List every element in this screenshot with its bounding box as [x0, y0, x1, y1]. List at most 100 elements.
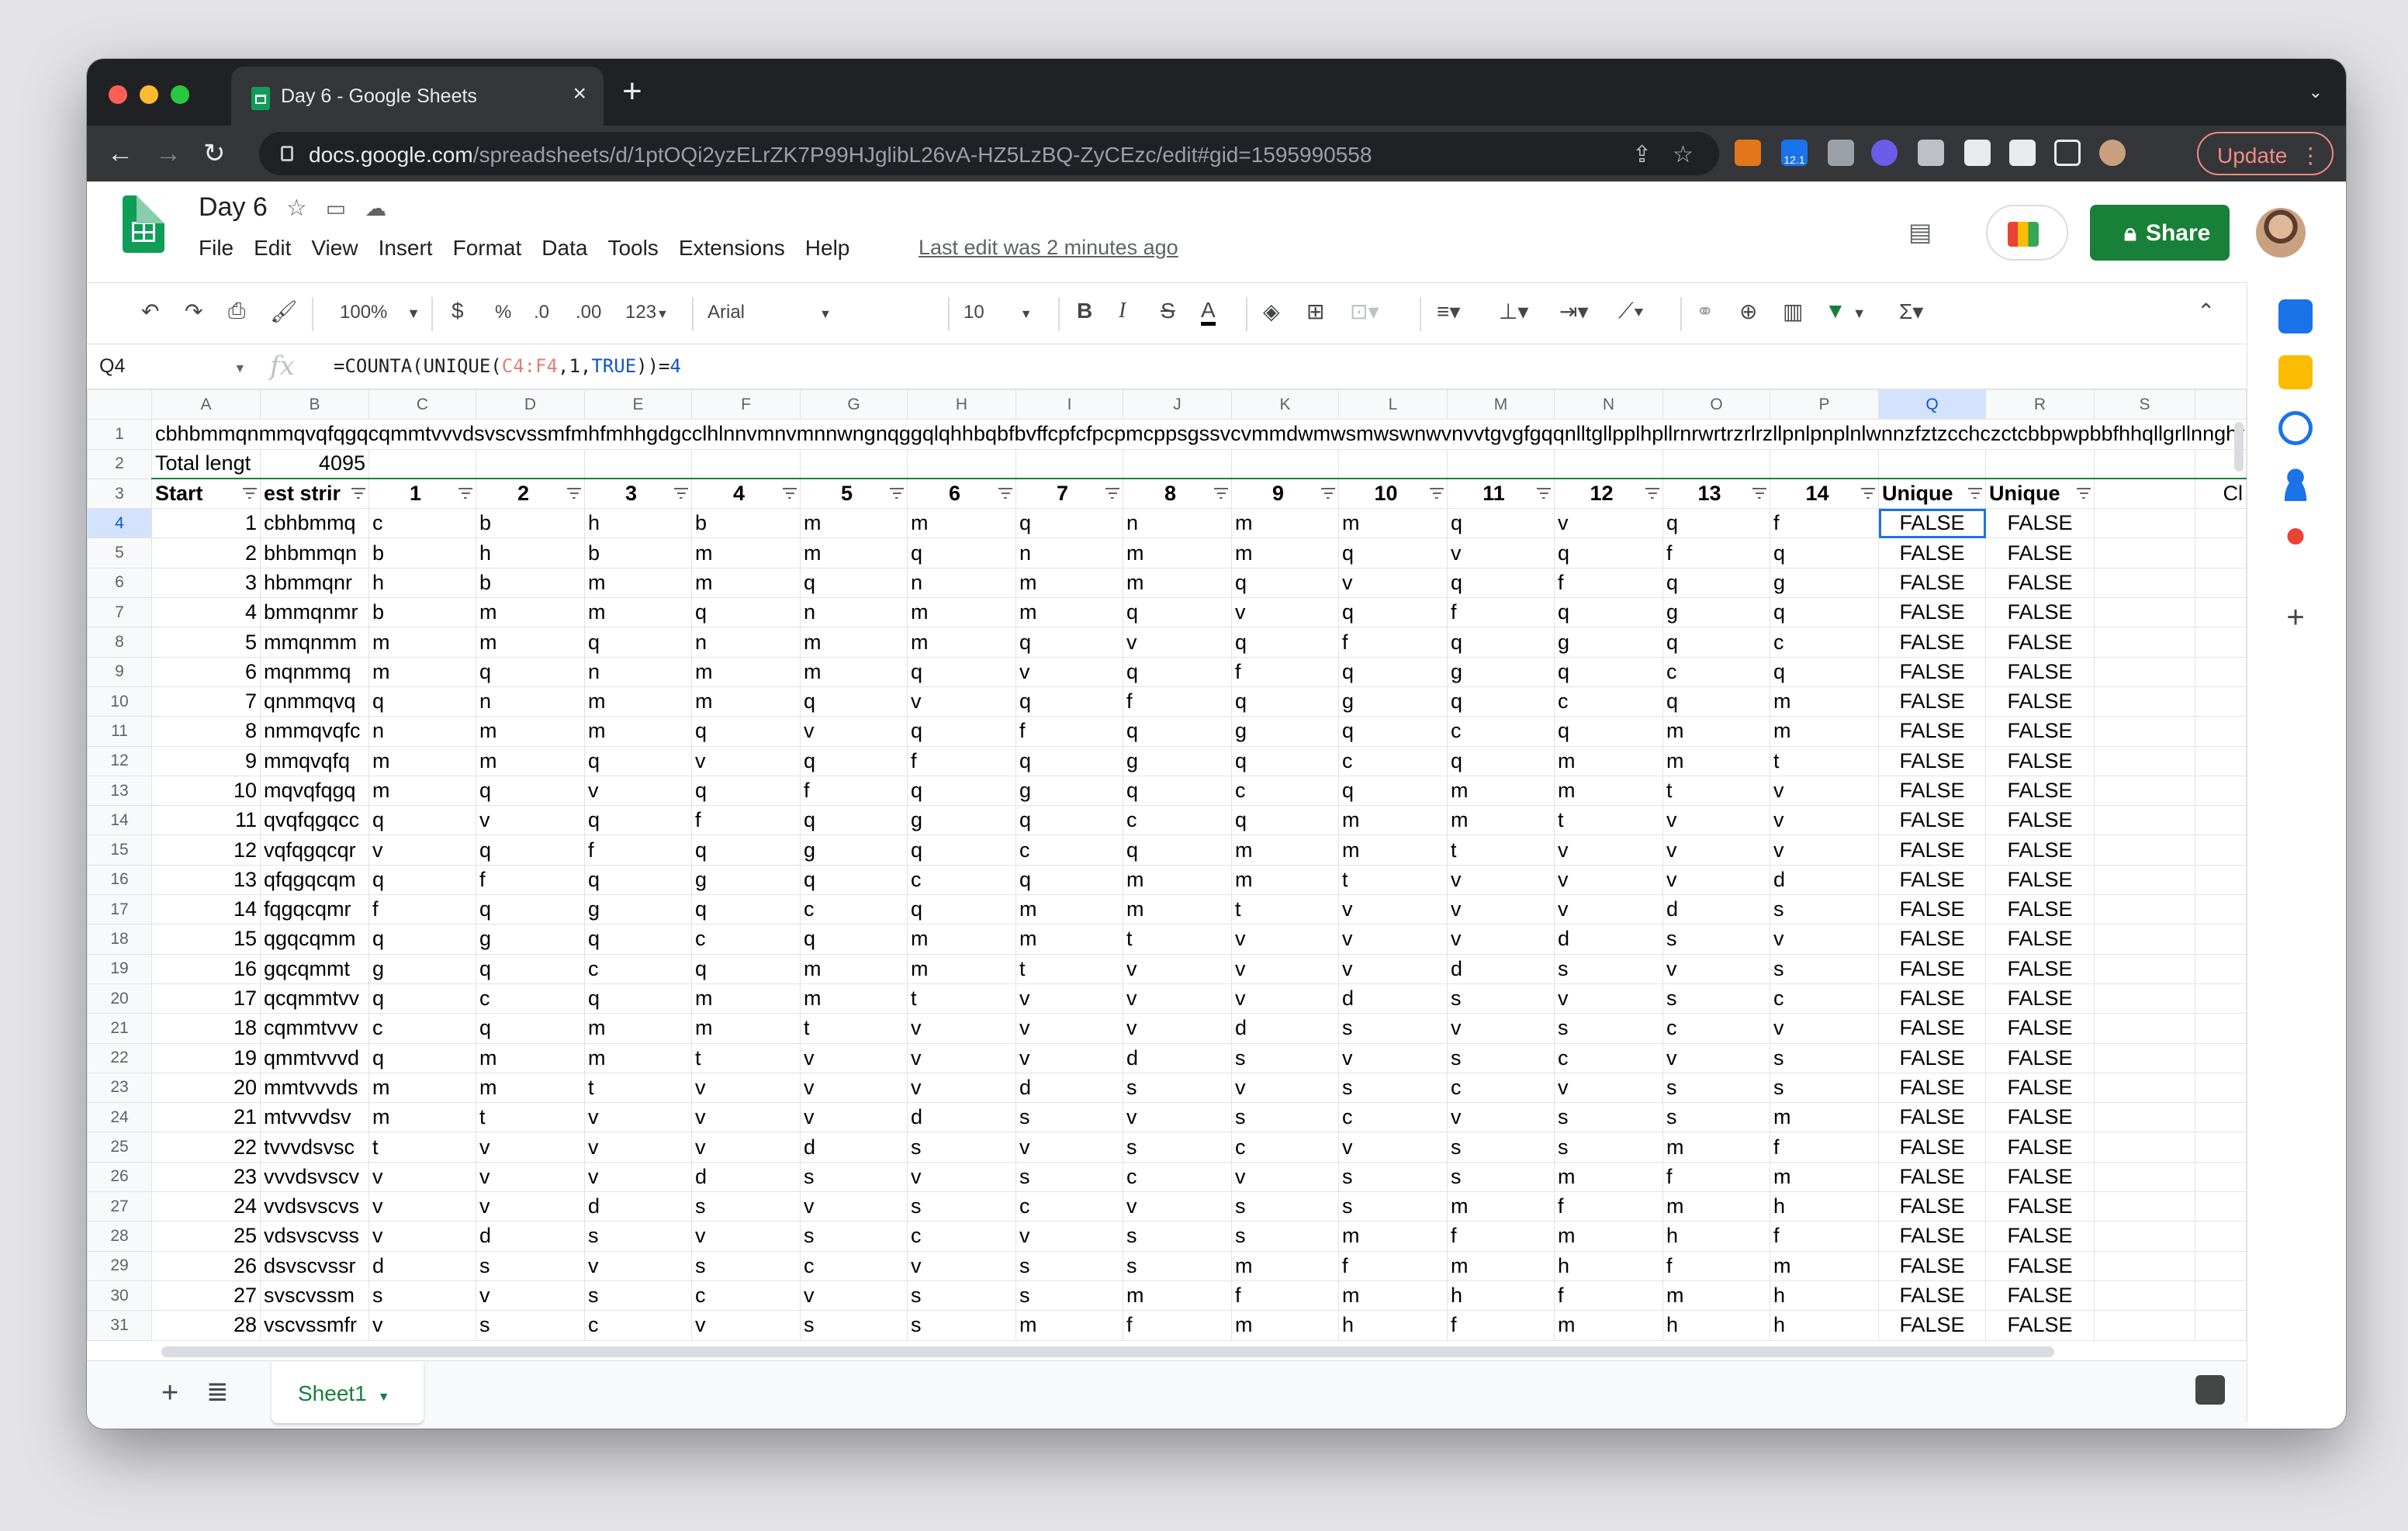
cell[interactable]: v: [1662, 953, 1770, 984]
cell[interactable]: 11: [151, 805, 261, 836]
undo-icon[interactable]: ↶: [141, 299, 159, 324]
input-string-cell[interactable]: cbhbmmqnmmqvqfqgqcqmmtvvvdsvscvssmfmhfmh…: [151, 419, 2247, 450]
cell[interactable]: [584, 448, 692, 479]
row-header[interactable]: 6: [87, 567, 152, 599]
cell[interactable]: [2094, 1280, 2195, 1312]
cell[interactable]: FALSE: [1878, 805, 1986, 836]
cell[interactable]: c: [907, 864, 1016, 896]
cell[interactable]: q: [368, 983, 476, 1014]
cell[interactable]: v: [1770, 924, 1879, 955]
cell[interactable]: s: [691, 1250, 801, 1281]
cell[interactable]: q: [1770, 537, 1879, 569]
cell[interactable]: v: [1447, 894, 1555, 925]
cell[interactable]: 5: [151, 627, 261, 658]
forward-icon[interactable]: →: [155, 138, 182, 169]
column-header-d[interactable]: D: [476, 389, 585, 420]
cell[interactable]: s: [1231, 1102, 1339, 1133]
cell[interactable]: v: [1554, 894, 1663, 925]
cell[interactable]: FALSE: [1985, 716, 2095, 747]
cell[interactable]: [2094, 983, 2195, 1014]
cell[interactable]: t: [691, 1042, 801, 1073]
cell[interactable]: c: [1231, 1132, 1339, 1163]
cell[interactable]: c: [1123, 1161, 1232, 1193]
functions-icon[interactable]: Σ▾: [1899, 299, 1923, 324]
column-heading[interactable]: Start: [151, 478, 261, 510]
cell[interactable]: v: [1123, 1013, 1232, 1044]
explore-icon[interactable]: [2195, 1375, 2225, 1405]
cell[interactable]: v: [368, 835, 476, 866]
cell[interactable]: v: [1447, 537, 1555, 569]
column-header-g[interactable]: G: [800, 389, 908, 420]
cell[interactable]: m: [1554, 1221, 1663, 1252]
cell[interactable]: s: [1231, 1042, 1339, 1073]
cell[interactable]: [2195, 716, 2247, 747]
menu-insert[interactable]: Insert: [379, 236, 433, 260]
row-header[interactable]: 27: [87, 1191, 152, 1222]
cell[interactable]: m: [1123, 894, 1232, 925]
cell[interactable]: d: [1123, 1042, 1232, 1073]
cell[interactable]: t: [1015, 953, 1123, 984]
row-header[interactable]: 22: [87, 1042, 152, 1073]
column-header-n[interactable]: N: [1554, 389, 1663, 420]
row-header[interactable]: 3: [87, 478, 152, 510]
cell[interactable]: f: [1662, 537, 1770, 569]
tasks-icon[interactable]: [2278, 411, 2313, 445]
cell[interactable]: [2195, 1280, 2247, 1312]
cell[interactable]: 14: [151, 894, 261, 925]
contacts-icon[interactable]: [2278, 467, 2313, 501]
cell[interactable]: qgqcqmm: [260, 924, 369, 955]
cell[interactable]: g: [800, 835, 908, 866]
cell[interactable]: q: [800, 745, 908, 776]
cell[interactable]: 25: [151, 1221, 261, 1252]
cell[interactable]: c: [1447, 716, 1555, 747]
cell[interactable]: [2195, 953, 2247, 984]
cell[interactable]: v: [800, 1191, 908, 1222]
cell[interactable]: FALSE: [1878, 1072, 1986, 1104]
column-header-i[interactable]: I: [1015, 389, 1123, 420]
cell[interactable]: m: [1015, 894, 1123, 925]
cell[interactable]: bhbmmqn: [260, 537, 369, 569]
column-header-r[interactable]: R: [1985, 389, 2095, 420]
cell[interactable]: FALSE: [1878, 924, 1986, 955]
cell[interactable]: FALSE: [1878, 775, 1986, 807]
filter-icon[interactable]: [458, 488, 472, 499]
cell[interactable]: t: [907, 983, 1016, 1014]
cell[interactable]: s: [1123, 1072, 1232, 1104]
cell[interactable]: FALSE: [1878, 1191, 1986, 1222]
cell[interactable]: m: [584, 1042, 692, 1073]
cell[interactable]: c: [1662, 656, 1770, 687]
cell[interactable]: 7: [151, 686, 261, 717]
filter-icon[interactable]: [1537, 488, 1551, 499]
cell[interactable]: d: [1662, 894, 1770, 925]
cell[interactable]: m: [1770, 1161, 1879, 1193]
cell[interactable]: FALSE: [1878, 537, 1986, 569]
cell[interactable]: v: [1231, 597, 1339, 628]
cell[interactable]: [2094, 1250, 2195, 1281]
cell[interactable]: FALSE: [1985, 983, 2095, 1014]
cell[interactable]: d: [368, 1250, 476, 1281]
cell[interactable]: q: [1447, 567, 1555, 599]
cell[interactable]: t: [1338, 864, 1448, 896]
strikethrough-icon[interactable]: S: [1161, 299, 1175, 323]
cell[interactable]: v: [1015, 1042, 1123, 1073]
cell[interactable]: m: [1447, 775, 1555, 807]
cell[interactable]: m: [1662, 716, 1770, 747]
row-header[interactable]: 17: [87, 894, 152, 925]
column-heading[interactable]: Unique: [1985, 478, 2095, 510]
cell[interactable]: [2094, 627, 2195, 658]
cell[interactable]: c: [1123, 805, 1232, 836]
cell[interactable]: 1: [151, 508, 261, 539]
cell[interactable]: q: [1447, 627, 1555, 658]
cell[interactable]: [1770, 448, 1879, 479]
cell[interactable]: q: [476, 656, 585, 687]
cell[interactable]: g: [1231, 716, 1339, 747]
row-header[interactable]: 21: [87, 1013, 152, 1044]
cell[interactable]: g: [907, 805, 1016, 836]
cell[interactable]: v: [1447, 1102, 1555, 1133]
cell[interactable]: m: [907, 627, 1016, 658]
cell[interactable]: [2094, 508, 2195, 539]
cell[interactable]: [691, 448, 801, 479]
cell[interactable]: q: [1662, 508, 1770, 539]
star-icon[interactable]: ☆: [286, 195, 307, 221]
cell[interactable]: 22: [151, 1132, 261, 1163]
